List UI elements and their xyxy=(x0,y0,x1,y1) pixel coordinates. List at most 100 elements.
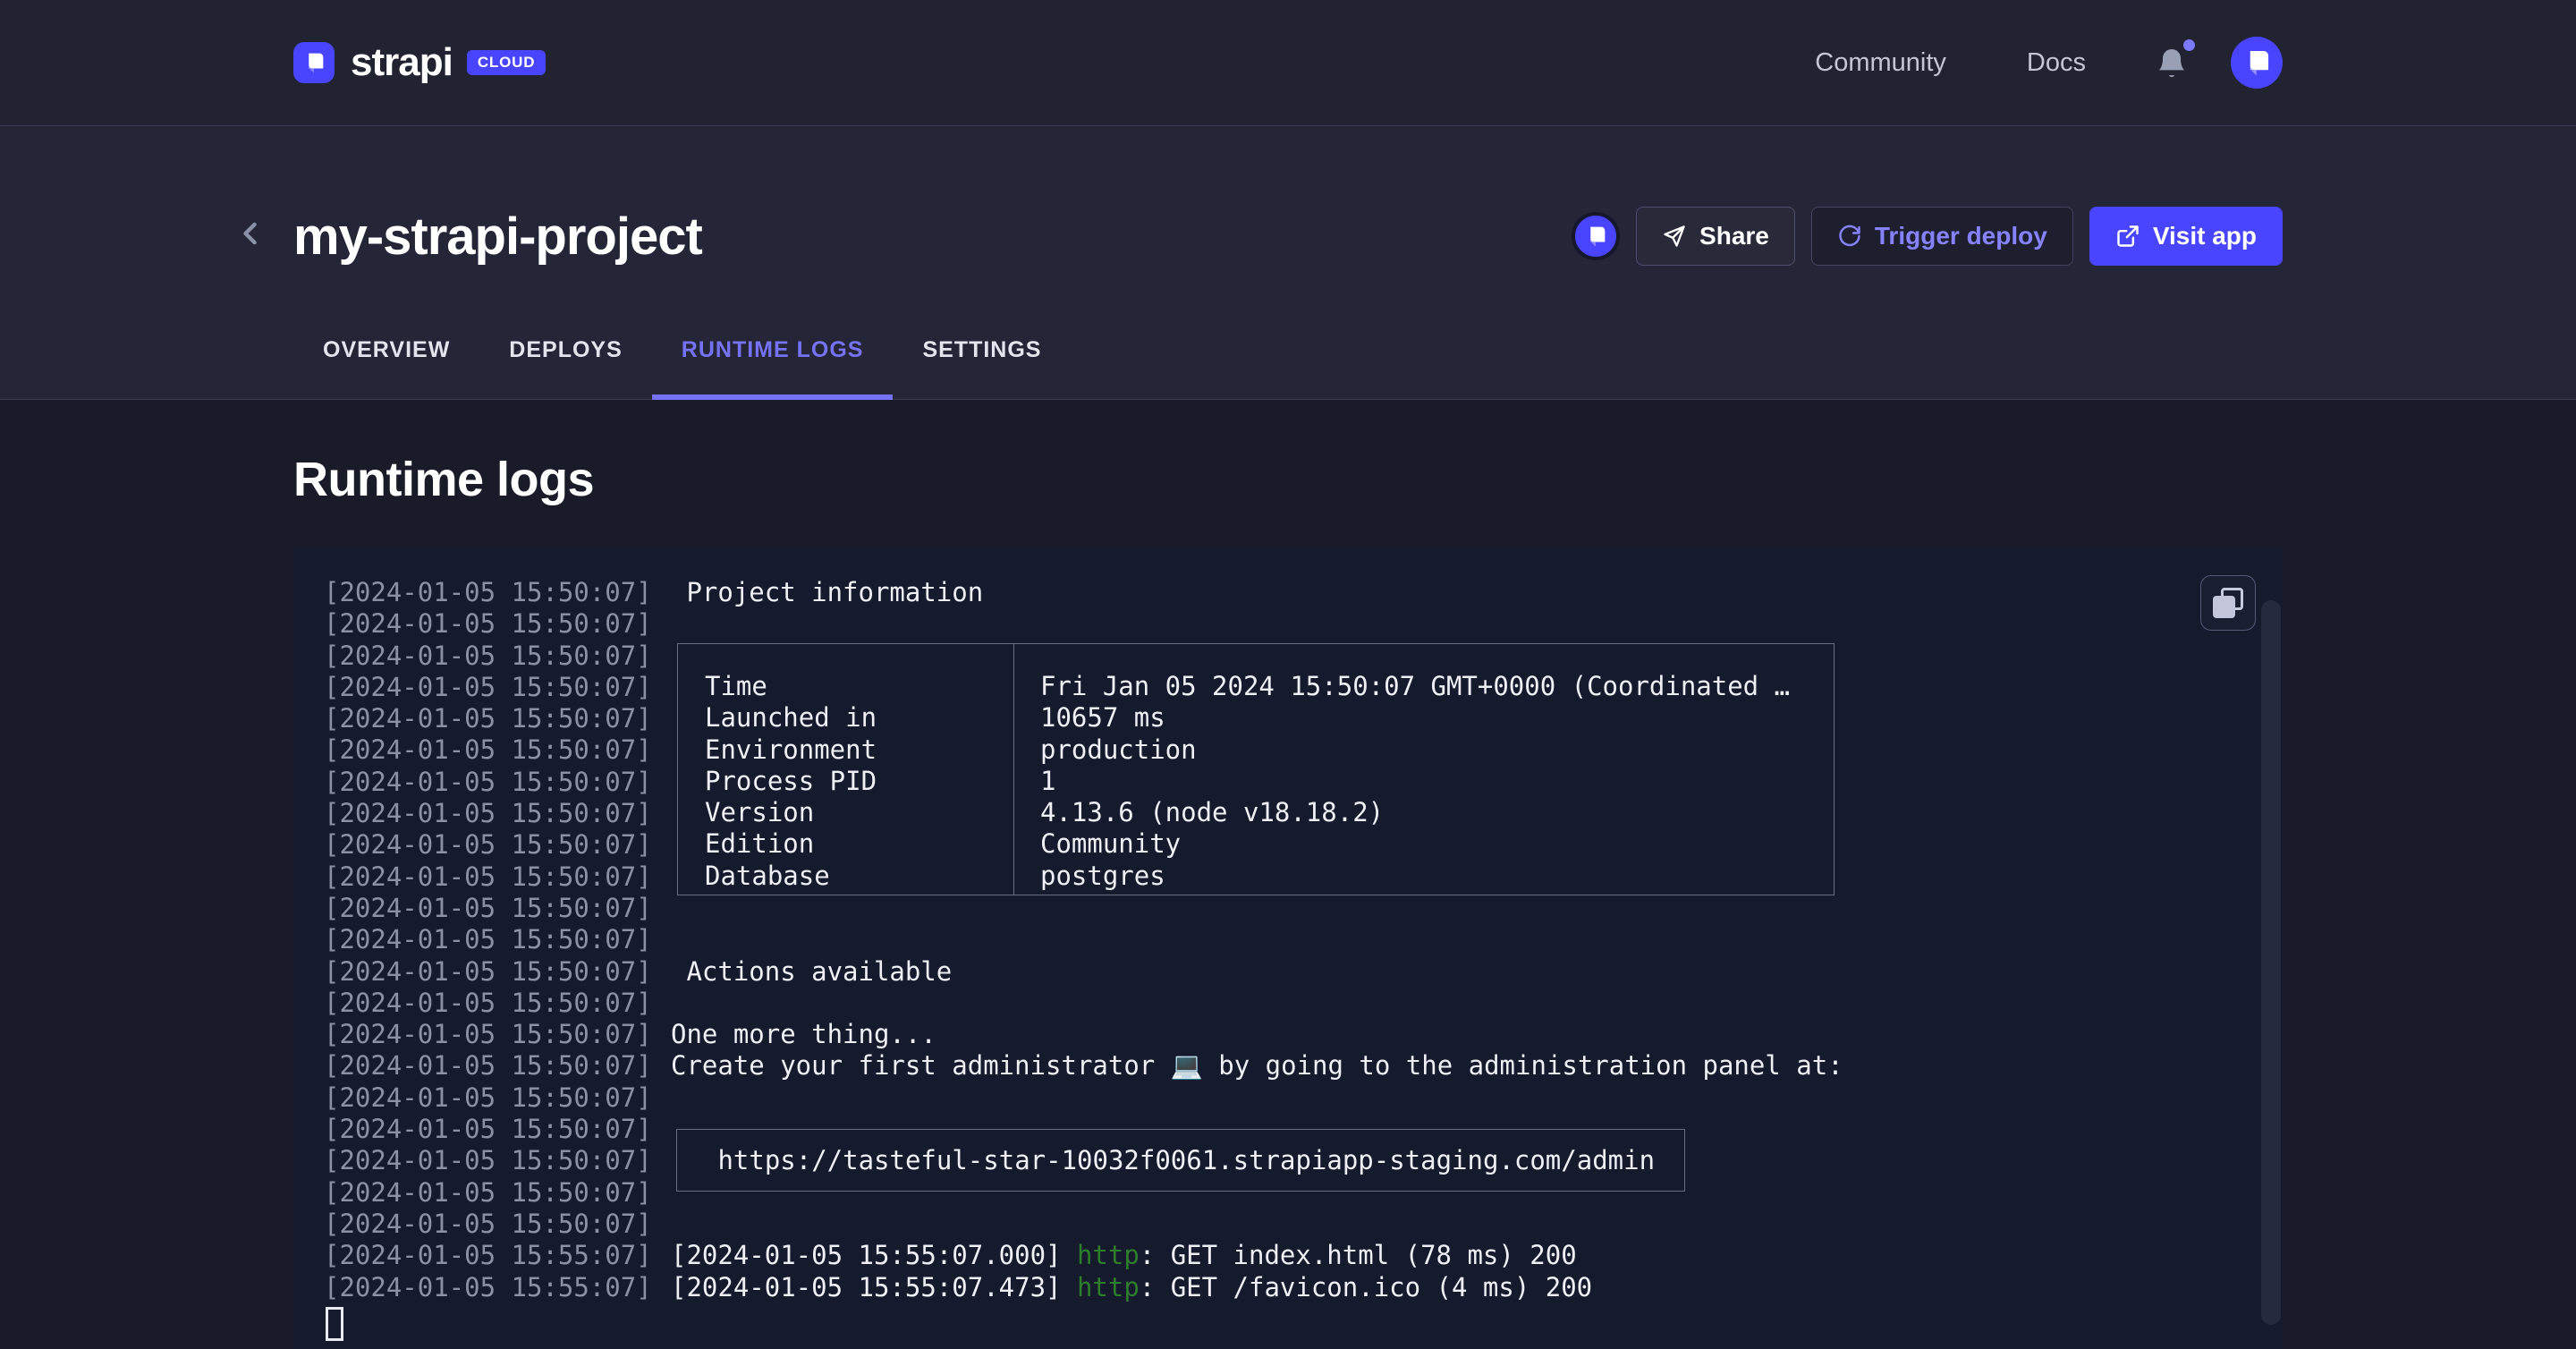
log-timestamp: [2024-01-05 15:50:07] xyxy=(324,924,652,955)
main-content: Runtime logs [2024-01-05 15:50:07] [2024-… xyxy=(0,452,2576,1349)
trigger-deploy-button[interactable]: Trigger deploy xyxy=(1810,207,2073,266)
strapi-cloud-app: strapi CLOUD Community Docs my-strapi-pr… xyxy=(0,0,2576,1349)
info-label: Time xyxy=(705,671,767,701)
project-info-row: Edition Community xyxy=(678,828,1834,860)
brand[interactable]: strapi CLOUD xyxy=(293,40,547,85)
info-label: Version xyxy=(705,797,815,828)
log-timestamp: [2024-01-05 15:50:07] xyxy=(324,987,652,1018)
page-title: my-strapi-project xyxy=(293,207,703,266)
tab-deploys[interactable]: DEPLOYS xyxy=(479,314,651,400)
log-timestamp: [2024-01-05 15:50:07] xyxy=(324,798,652,829)
project-avatar[interactable] xyxy=(1572,212,1621,260)
log-line: [2024-01-05 15:55:07.473] http: GET /fav… xyxy=(671,1271,1593,1302)
terminal-cursor-icon xyxy=(326,1307,343,1341)
table-divider xyxy=(1013,644,1014,895)
info-value: Community xyxy=(1040,828,1182,860)
info-value: 10657 ms xyxy=(1040,702,1165,734)
info-value: postgres xyxy=(1040,860,1165,891)
header-nav: Community Docs xyxy=(1734,37,2283,89)
log-timestamp: [2024-01-05 15:50:07] xyxy=(324,1019,652,1050)
log-timestamp: [2024-01-05 15:50:07] xyxy=(324,1176,652,1208)
project-header-section: my-strapi-project Share Trigger deploy V… xyxy=(0,126,2576,400)
log-timestamp: [2024-01-05 15:50:07] xyxy=(324,829,652,861)
project-actions: Share Trigger deploy Visit app xyxy=(1572,207,2283,266)
send-icon xyxy=(1664,225,1685,247)
runtime-logs-heading: Runtime logs xyxy=(293,453,595,506)
log-timestamp: [2024-01-05 15:50:07] xyxy=(324,892,652,923)
info-value: Fri Jan 05 2024 15:50:07 GMT+0000 (Coord… xyxy=(1040,671,1791,701)
tab-settings[interactable]: SETTINGS xyxy=(893,314,1071,400)
info-label: Edition xyxy=(705,828,815,860)
log-timestamp: [2024-01-05 15:50:07] xyxy=(324,955,652,987)
notifications-button[interactable] xyxy=(2154,39,2195,82)
log-timestamp: [2024-01-05 15:50:07] xyxy=(324,1050,652,1082)
log-line: One more thing... xyxy=(671,1019,936,1050)
info-label: Launched in xyxy=(705,702,877,734)
project-info-row: Environment production xyxy=(678,734,1834,766)
cloud-badge: CLOUD xyxy=(466,50,547,75)
log-line: Create your first administrator 💻 by goi… xyxy=(671,1050,1843,1082)
app-header: strapi CLOUD Community Docs xyxy=(0,0,2576,126)
log-timestamp: [2024-01-05 15:55:07] xyxy=(324,1271,652,1302)
info-label: Environment xyxy=(705,734,877,765)
share-label: Share xyxy=(1699,222,1769,250)
http-token: http xyxy=(1076,1240,1140,1271)
console-scrollbar[interactable] xyxy=(2261,600,2281,1325)
project-info-row: Database postgres xyxy=(678,861,1834,892)
http-token: http xyxy=(1076,1271,1140,1302)
trigger-deploy-label: Trigger deploy xyxy=(1874,222,2047,250)
log-timestamp: [2024-01-05 15:50:07] xyxy=(324,577,652,607)
visit-app-button[interactable]: Visit app xyxy=(2089,207,2283,266)
log-line: Project information xyxy=(671,577,984,607)
log-timestamp: [2024-01-05 15:50:07] xyxy=(324,1208,652,1239)
copy-logs-button[interactable] xyxy=(2200,575,2256,631)
notification-dot-icon xyxy=(2183,39,2195,51)
log-timestamp: [2024-01-05 15:50:07] xyxy=(324,1114,652,1145)
info-value: production xyxy=(1040,734,1197,765)
log-timestamp: [2024-01-05 15:50:07] xyxy=(324,640,652,671)
project-tabs: OVERVIEW DEPLOYS RUNTIME LOGS SETTINGS xyxy=(293,314,2283,400)
chevron-left-icon xyxy=(243,222,257,245)
log-line: [2024-01-05 15:55:07.000] http: GET inde… xyxy=(671,1240,1577,1271)
log-timestamp-gutter: [2024-01-05 15:50:07] [2024-01-05 15:50:0… xyxy=(324,577,652,1303)
share-button[interactable]: Share xyxy=(1636,207,1795,266)
refresh-icon xyxy=(1839,225,1860,247)
tab-runtime-logs[interactable]: RUNTIME LOGS xyxy=(651,314,894,400)
admin-url[interactable]: https://tasteful-star-10032f0061.strapia… xyxy=(702,1145,1655,1175)
nav-link-docs[interactable]: Docs xyxy=(2027,48,2086,78)
project-info-row: Launched in 10657 ms xyxy=(678,702,1834,734)
nav-link-community[interactable]: Community xyxy=(1815,48,1946,78)
log-timestamp: [2024-01-05 15:50:07] xyxy=(324,1145,652,1176)
visit-app-label: Visit app xyxy=(2152,222,2257,250)
log-timestamp: [2024-01-05 15:55:07] xyxy=(324,1240,652,1271)
strapi-logo-icon xyxy=(293,42,335,83)
log-timestamp: [2024-01-05 15:50:07] xyxy=(324,766,652,797)
log-timestamp: [2024-01-05 15:50:07] xyxy=(324,861,652,892)
log-timestamp: [2024-01-05 15:50:07] xyxy=(324,608,652,640)
project-info-row: Version 4.13.6 (node v18.18.2) xyxy=(678,797,1834,828)
external-link-icon xyxy=(2117,225,2139,247)
info-label: Process PID xyxy=(705,765,877,796)
tab-overview[interactable]: OVERVIEW xyxy=(293,314,479,400)
log-timestamp: [2024-01-05 15:50:07] xyxy=(324,703,652,734)
project-info-row: Time Fri Jan 05 2024 15:50:07 GMT+0000 (C… xyxy=(678,671,1834,702)
brand-name: strapi xyxy=(351,40,453,84)
info-label: Database xyxy=(705,860,830,891)
info-value: 1 xyxy=(1040,765,1056,796)
log-timestamp: [2024-01-05 15:50:07] xyxy=(324,734,652,766)
back-button[interactable] xyxy=(231,214,270,256)
runtime-logs-console[interactable]: [2024-01-05 15:50:07] [2024-01-05 15:50:0… xyxy=(293,548,2283,1349)
admin-url-box: https://tasteful-star-10032f0061.strapia… xyxy=(676,1129,1685,1192)
user-avatar[interactable] xyxy=(2231,37,2283,89)
log-timestamp: [2024-01-05 15:50:07] xyxy=(324,671,652,702)
info-value: 4.13.6 (node v18.18.2) xyxy=(1040,797,1385,828)
project-info-table: Time Fri Jan 05 2024 15:50:07 GMT+0000 (C… xyxy=(677,643,1835,895)
log-line: Actions available xyxy=(671,955,953,987)
log-timestamp: [2024-01-05 15:50:07] xyxy=(324,1082,652,1113)
